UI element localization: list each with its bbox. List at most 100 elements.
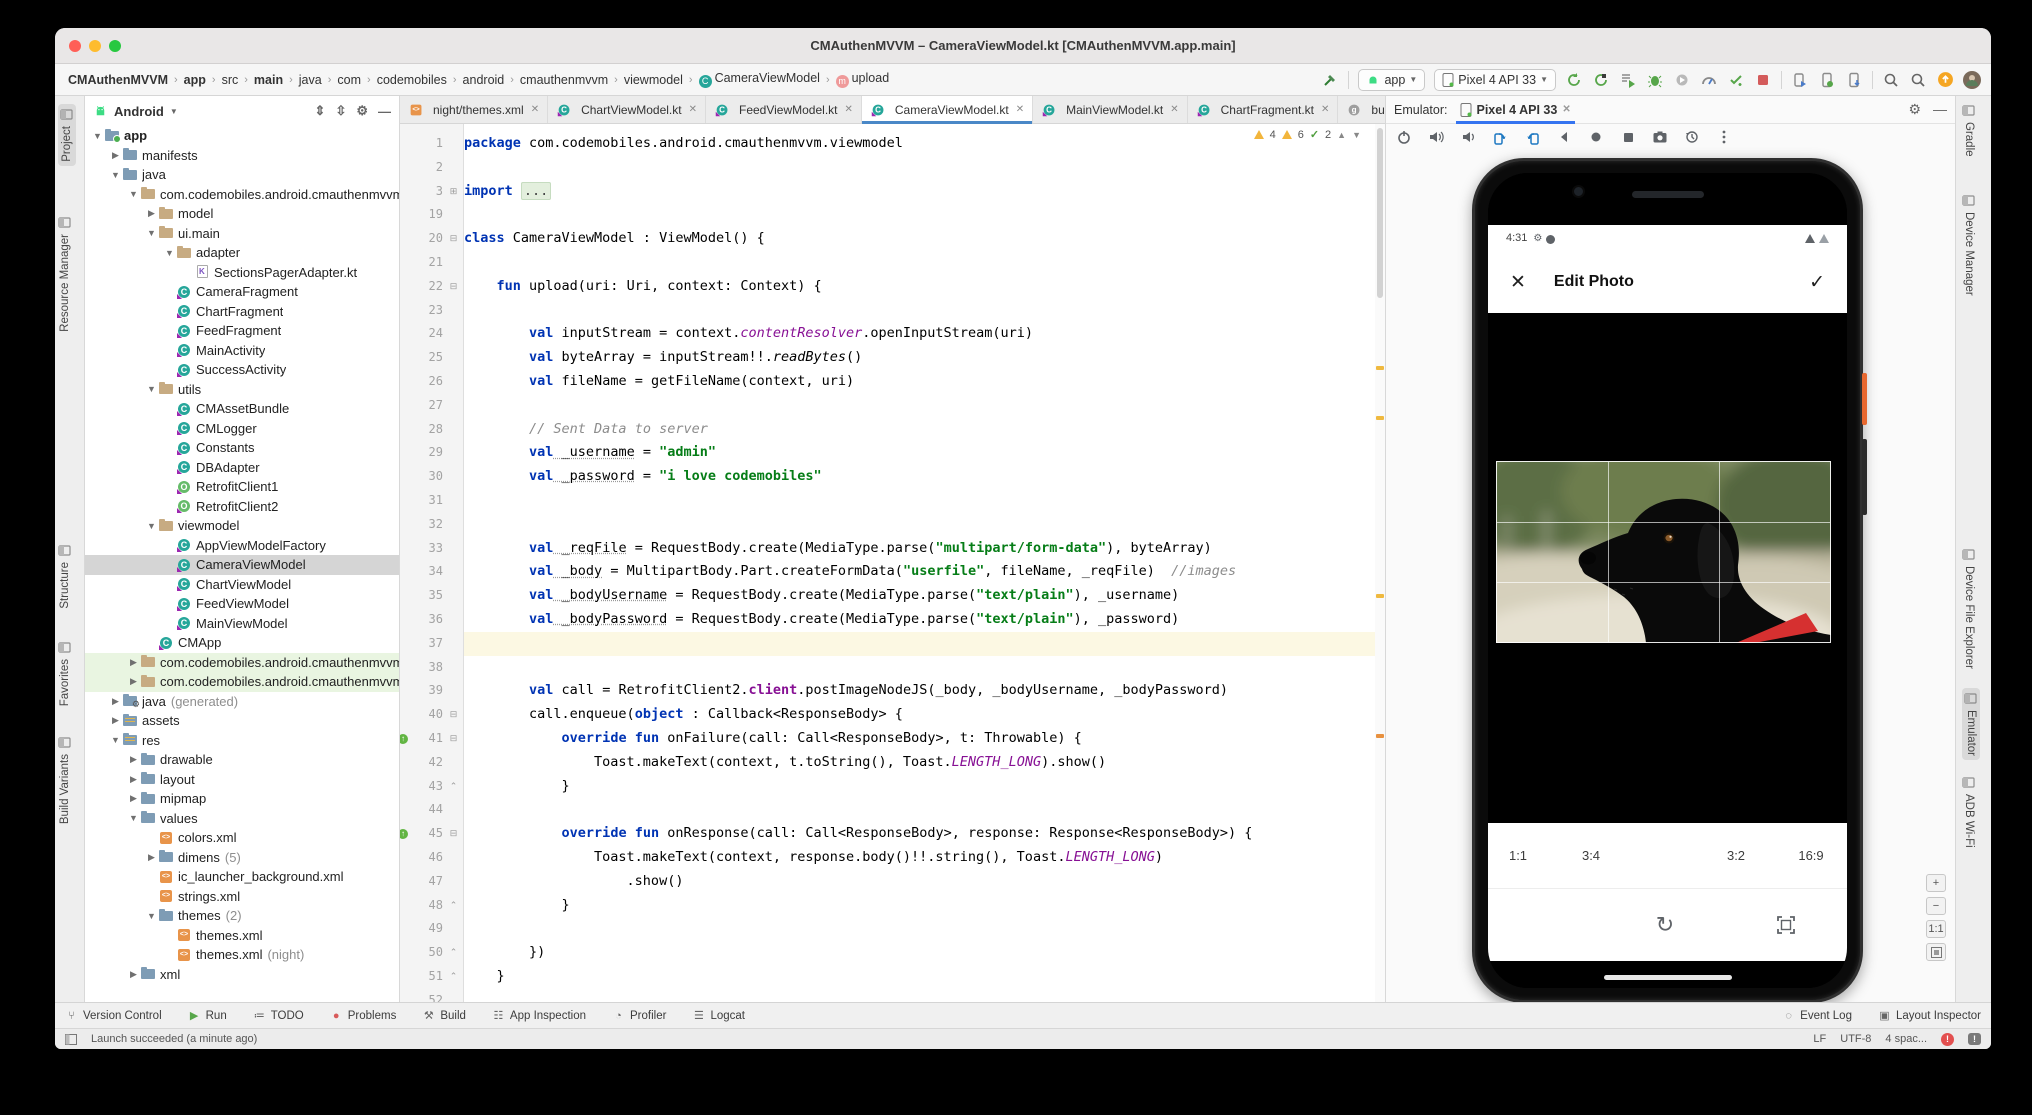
tree-item-retrofitclient1[interactable]: ORetrofitClient1 — [85, 477, 399, 497]
breadcrumb-item-src[interactable]: src — [219, 72, 242, 88]
tree-item-constants[interactable]: CConstants — [85, 438, 399, 458]
screenshot-icon[interactable] — [1652, 129, 1668, 145]
chevron-collapsed-icon[interactable]: ▶ — [109, 696, 122, 707]
project-view-selector[interactable]: Android — [114, 104, 164, 119]
hide-panel-icon[interactable]: — — [1933, 101, 1947, 118]
tab-build-g[interactable]: gbuild.g▼ — [1338, 96, 1385, 123]
tree-item-java[interactable]: ▼java — [85, 165, 399, 185]
chevron-collapsed-icon[interactable]: ▶ — [109, 150, 122, 161]
tree-item-mainviewmodel[interactable]: CMainViewModel — [85, 614, 399, 634]
settings-gear-icon[interactable]: ⚙ — [356, 103, 368, 119]
stripe-item-project[interactable]: Project — [58, 104, 76, 166]
volume-down-icon[interactable] — [1460, 129, 1476, 145]
chevron-expanded-icon[interactable]: ▼ — [127, 189, 140, 199]
toolwindow-app-inspection[interactable]: ☷App Inspection — [492, 1009, 586, 1022]
fold-collapse-icon[interactable]: ⊟ — [448, 727, 459, 751]
tree-item-themes[interactable]: ▼themes(2) — [85, 906, 399, 926]
fold-end-icon[interactable]: ⌃ — [448, 941, 459, 965]
tree-item-chartviewmodel[interactable]: CChartViewModel — [85, 575, 399, 595]
rotate-icon[interactable]: ↻ — [1656, 912, 1674, 938]
tab-chartviewmodel-kt[interactable]: CChartViewModel.kt✕ — [548, 96, 706, 123]
editor[interactable]: <>night/themes.xml✕CChartViewModel.kt✕CF… — [400, 96, 1385, 1002]
close-tab-icon[interactable]: ✕ — [1016, 104, 1024, 115]
expand-all-icon[interactable]: ⇕ — [315, 103, 326, 119]
chevron-expanded-icon[interactable]: ▼ — [163, 248, 176, 258]
stripe-item-emulator[interactable]: Emulator — [1962, 688, 1980, 760]
stripe-item-favorites[interactable]: Favorites — [58, 641, 72, 706]
chevron-collapsed-icon[interactable]: ▶ — [127, 676, 140, 687]
fold-collapse-icon[interactable]: ⊟ — [448, 703, 459, 727]
breadcrumb-item-java[interactable]: java — [296, 72, 325, 88]
rotate-right-icon[interactable] — [1524, 129, 1540, 145]
tree-item-feedfragment[interactable]: CFeedFragment — [85, 321, 399, 341]
tree-item-camerafragment[interactable]: CCameraFragment — [85, 282, 399, 302]
chevron-expanded-icon[interactable]: ▼ — [145, 911, 158, 921]
warning-stripe-mark[interactable] — [1376, 366, 1384, 370]
breadcrumb-item-com[interactable]: com — [334, 72, 364, 88]
close-tab-icon[interactable]: ✕ — [1321, 104, 1329, 115]
profile-icon[interactable] — [1673, 71, 1691, 89]
toolwindow-problems[interactable]: ●Problems — [330, 1010, 397, 1022]
warning-stripe-mark[interactable] — [1376, 416, 1384, 420]
update-icon[interactable] — [1936, 71, 1954, 89]
chevron-collapsed-icon[interactable]: ▶ — [127, 774, 140, 785]
tree-item-dbadapter[interactable]: CDBAdapter — [85, 458, 399, 478]
toolwindow-logcat[interactable]: ☰Logcat — [692, 1009, 745, 1022]
close-tab-icon[interactable]: ✕ — [844, 104, 852, 115]
inspection-widget[interactable]: 4 6 ✓ 2 ▲ ▼ — [1254, 128, 1361, 141]
chevron-collapsed-icon[interactable]: ▶ — [127, 754, 140, 765]
chevron-expanded-icon[interactable]: ▼ — [109, 170, 122, 180]
overview-icon[interactable] — [1620, 129, 1636, 145]
volume-up-icon[interactable] — [1428, 129, 1444, 145]
chevron-expanded-icon[interactable]: ▼ — [145, 521, 158, 531]
tree-item-viewmodel[interactable]: ▼viewmodel — [85, 516, 399, 536]
line-separator-indicator[interactable]: LF — [1813, 1033, 1826, 1045]
zoom-in-button[interactable]: + — [1926, 874, 1946, 892]
tree-item-cmapp[interactable]: CCMApp — [85, 633, 399, 653]
toolwindow-profiler[interactable]: ◔Profiler — [612, 1010, 666, 1022]
search-icon[interactable] — [1909, 71, 1927, 89]
next-problem-icon[interactable]: ▼ — [1352, 130, 1361, 140]
tab-mainviewmodel-kt[interactable]: CMainViewModel.kt✕ — [1033, 96, 1188, 123]
apply-code-changes-icon[interactable] — [1592, 71, 1610, 89]
apply-changes-icon[interactable] — [1565, 71, 1583, 89]
breadcrumb-item-android[interactable]: android — [460, 72, 508, 88]
breadcrumb-item-upload[interactable]: mupload — [833, 70, 893, 89]
chevron-collapsed-icon[interactable]: ▶ — [109, 715, 122, 726]
chevron-collapsed-icon[interactable]: ▶ — [145, 208, 158, 219]
close-tab-icon[interactable]: ✕ — [1170, 104, 1178, 115]
tab-feedviewmodel-kt[interactable]: CFeedViewModel.kt✕ — [706, 96, 862, 123]
tree-item-app[interactable]: ▼app — [85, 126, 399, 146]
notifications-icon[interactable]: ! — [1941, 1033, 1954, 1046]
search-icon[interactable] — [1882, 71, 1900, 89]
attach-debugger-icon[interactable] — [1791, 71, 1809, 89]
stripe-item-device-file-explorer[interactable]: Device File Explorer — [1962, 548, 1976, 669]
tree-item-cameraviewmodel[interactable]: CCameraViewModel — [85, 555, 399, 575]
home-pill[interactable] — [1604, 975, 1732, 980]
tree-item-appviewmodelfactory[interactable]: CAppViewModelFactory — [85, 536, 399, 556]
tree-item-sectionspageradapter-kt[interactable]: SectionsPagerAdapter.kt — [85, 263, 399, 283]
warning-stripe-mark[interactable] — [1376, 734, 1384, 738]
tree-item-com-codemobiles-android-cmauthenmvvm[interactable]: ▼com.codemobiles.android.cmauthenmvvm — [85, 185, 399, 205]
tree-item-themes-xml[interactable]: <>themes.xml — [85, 926, 399, 946]
tree-item-model[interactable]: ▶model — [85, 204, 399, 224]
tree-item-dimens[interactable]: ▶dimens(5) — [85, 848, 399, 868]
chevron-expanded-icon[interactable]: ▼ — [91, 131, 104, 141]
chevron-collapsed-icon[interactable]: ▶ — [145, 852, 158, 863]
close-tab-icon[interactable]: ✕ — [689, 104, 697, 115]
chevron-expanded-icon[interactable]: ▼ — [145, 384, 158, 394]
power-icon[interactable] — [1396, 129, 1412, 145]
prev-problem-icon[interactable]: ▲ — [1337, 130, 1346, 140]
code-area[interactable]: package com.codemobiles.android.cmauthen… — [464, 124, 1375, 1002]
tree-item-cmassetbundle[interactable]: CCMAssetBundle — [85, 399, 399, 419]
breadcrumb-item-main[interactable]: main — [251, 72, 286, 88]
toolwindow-event-log[interactable]: ◌Event Log — [1782, 1009, 1852, 1022]
tree-item-themes-xml[interactable]: <>themes.xml(night) — [85, 945, 399, 965]
crop-grid[interactable] — [1496, 461, 1831, 643]
tree-item-cmlogger[interactable]: CCMLogger — [85, 419, 399, 439]
tree-item-com-codemobiles-android-cmauthenmvvm[interactable]: ▶com.codemobiles.android.cmauthenmvvm — [85, 653, 399, 673]
profiler-icon[interactable] — [1700, 71, 1718, 89]
tree-item-colors-xml[interactable]: <>colors.xml — [85, 828, 399, 848]
toolwindow-run[interactable]: ▶Run — [188, 1009, 227, 1022]
indent-indicator[interactable]: 4 spac... — [1885, 1033, 1927, 1045]
